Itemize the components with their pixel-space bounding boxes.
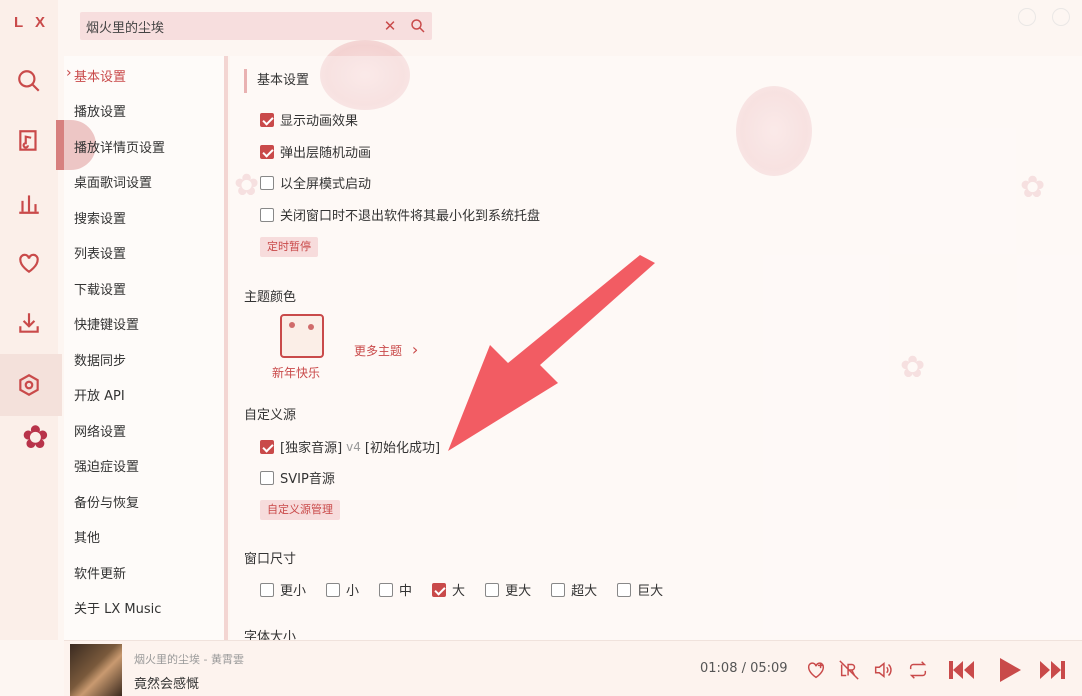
nav-item-search[interactable]: 搜索设置: [74, 208, 126, 227]
checkbox[interactable]: [260, 439, 274, 454]
timer-pause-button[interactable]: 定时暂停: [260, 237, 318, 257]
download-icon[interactable]: [10, 304, 48, 342]
player-bar: 烟火里的尘埃 - 黄霄雲 竟然会感慨 01:08 / 05:09: [64, 640, 1082, 696]
checkbox[interactable]: [260, 582, 274, 597]
settings-icon[interactable]: [10, 366, 48, 404]
checkbox[interactable]: [260, 207, 274, 222]
option-show-animation[interactable]: 显示动画效果: [260, 110, 358, 129]
close-button[interactable]: [1052, 8, 1070, 26]
nav-item-backup[interactable]: 备份与恢复: [74, 492, 139, 511]
size-option-larger[interactable]: 更大: [485, 580, 531, 599]
theme-thumbnail[interactable]: [280, 314, 324, 358]
nav-item-update[interactable]: 软件更新: [74, 563, 126, 582]
nav-item-network[interactable]: 网络设置: [74, 421, 126, 440]
play-icon[interactable]: [994, 655, 1024, 685]
nav-item-basic[interactable]: 基本设置: [66, 65, 126, 85]
size-option-medium[interactable]: 中: [379, 580, 412, 599]
source-exclusive[interactable]: [独家音源] v4 [初始化成功]: [260, 437, 440, 456]
section-title-basic: 基本设置: [244, 69, 309, 93]
section-title-window-size: 窗口尺寸: [244, 552, 297, 567]
search-input[interactable]: [80, 12, 376, 40]
theme-name[interactable]: 新年快乐: [272, 364, 320, 381]
section-title-theme: 主题颜色: [244, 290, 297, 305]
checkbox[interactable]: [260, 112, 274, 127]
album-cover[interactable]: [70, 644, 122, 696]
repeat-icon[interactable]: [907, 659, 929, 681]
window-size-options: 更小 小 中 大 更大 超大 巨大: [260, 580, 683, 599]
icon-rail: L X ✿: [0, 0, 62, 640]
next-icon[interactable]: [1038, 655, 1068, 685]
option-fullscreen-start[interactable]: 以全屏模式启动: [260, 173, 371, 192]
checkbox[interactable]: [551, 582, 566, 597]
nav-item-open-api[interactable]: 开放 API: [74, 385, 125, 404]
checkbox[interactable]: [485, 582, 500, 597]
heart-icon[interactable]: [805, 659, 827, 681]
checkbox[interactable]: [260, 144, 274, 159]
song-title[interactable]: 烟火里的尘埃 - 黄霄雲: [134, 651, 244, 667]
more-themes-link[interactable]: 更多主题 ›: [354, 340, 418, 359]
flower-icon: ✿: [22, 418, 49, 456]
nav-item-other[interactable]: 其他: [74, 527, 100, 546]
checkbox[interactable]: [617, 582, 632, 597]
minimize-button[interactable]: [1018, 8, 1036, 26]
size-option-small[interactable]: 小: [326, 580, 359, 599]
chevron-right-icon: ›: [411, 340, 419, 359]
prev-icon[interactable]: [946, 655, 976, 685]
nav-item-desktop-lyric[interactable]: 桌面歌词设置: [74, 172, 152, 191]
volume-icon[interactable]: [872, 659, 894, 681]
custom-source-manage-button[interactable]: 自定义源管理: [260, 500, 340, 520]
nav-item-playback[interactable]: 播放设置: [74, 101, 126, 120]
clear-icon[interactable]: ✕: [376, 12, 404, 40]
nav-item-hotkey[interactable]: 快捷键设置: [74, 314, 139, 333]
checkbox[interactable]: [432, 582, 447, 597]
checkbox[interactable]: [260, 175, 274, 190]
nav-item-list[interactable]: 列表设置: [74, 243, 126, 262]
size-option-huge[interactable]: 巨大: [617, 580, 663, 599]
size-option-extra-large[interactable]: 超大: [551, 580, 597, 599]
settings-nav: 基本设置 播放设置 播放详情页设置 桌面歌词设置 搜索设置 列表设置 下载设置 …: [64, 56, 224, 640]
nav-item-ocd[interactable]: 强迫症设置: [74, 456, 139, 475]
search-submit-icon[interactable]: [404, 12, 432, 40]
nav-item-about[interactable]: 关于 LX Music: [74, 598, 161, 617]
option-random-popup-animation[interactable]: 弹出层随机动画: [260, 142, 371, 161]
search-icon[interactable]: [10, 62, 48, 100]
playback-time: 01:08 / 05:09: [700, 661, 788, 676]
search-bar: ✕: [80, 12, 432, 40]
size-option-smaller[interactable]: 更小: [260, 580, 306, 599]
section-title-font-size: 字体大小: [244, 630, 297, 640]
music-note-icon[interactable]: [10, 122, 48, 160]
heart-icon[interactable]: [10, 244, 48, 282]
section-title-custom-source: 自定义源: [244, 408, 297, 423]
app-logo: L X: [14, 14, 50, 31]
option-minimize-to-tray[interactable]: 关闭窗口时不退出软件将其最小化到系统托盘: [260, 205, 540, 224]
checkbox[interactable]: [260, 470, 274, 485]
nav-item-sync[interactable]: 数据同步: [74, 350, 126, 369]
checkbox[interactable]: [326, 582, 341, 597]
checkbox[interactable]: [379, 582, 394, 597]
nav-item-download[interactable]: 下载设置: [74, 279, 126, 298]
annotation-arrow: [448, 255, 655, 451]
lyric-icon[interactable]: [838, 659, 860, 681]
chart-icon[interactable]: [10, 184, 48, 222]
size-option-large[interactable]: 大: [432, 580, 465, 599]
source-svip[interactable]: SVIP音源: [260, 468, 335, 487]
nav-item-play-detail[interactable]: 播放详情页设置: [74, 137, 165, 156]
current-lyric: 竟然会感慨: [134, 677, 200, 692]
nav-scrollbar[interactable]: [224, 56, 228, 640]
